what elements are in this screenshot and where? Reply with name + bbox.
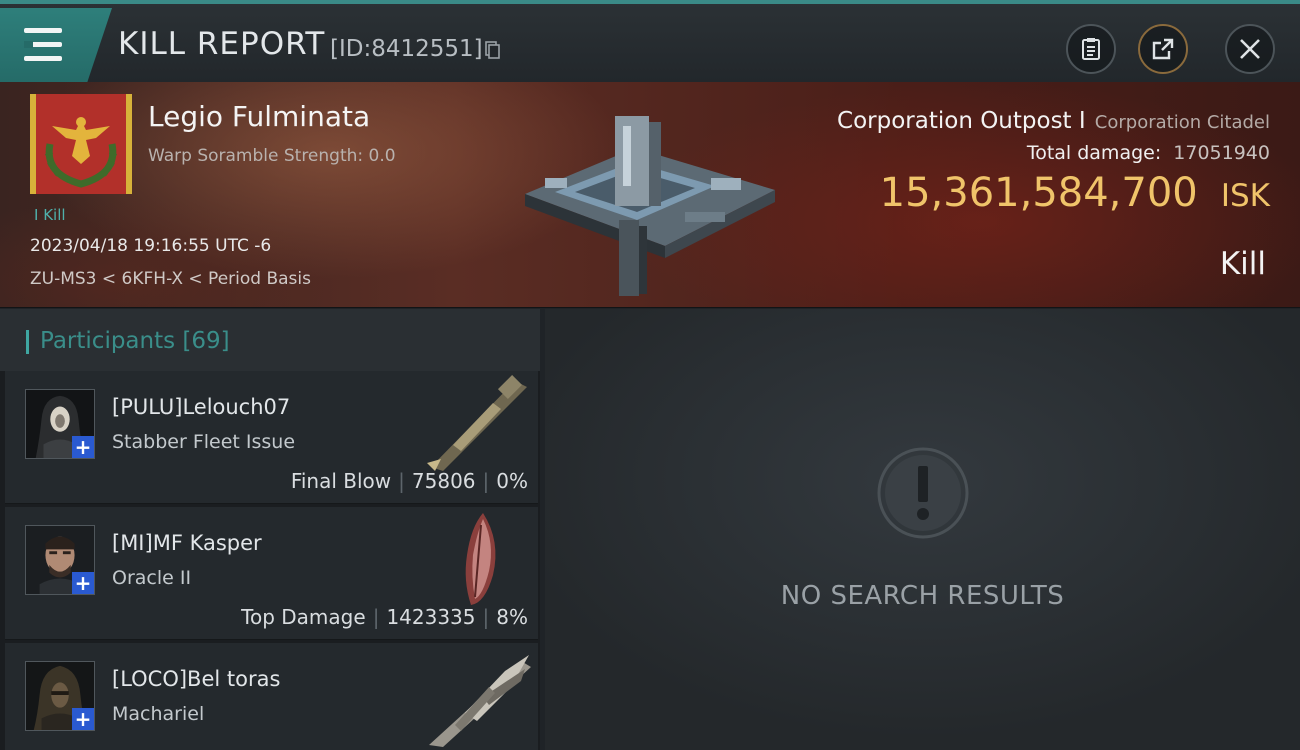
participant-damage: 75806 [411, 469, 476, 493]
divider: | [372, 605, 380, 629]
victim-pilot-name[interactable]: Legio Fulminata [148, 100, 370, 133]
clipboard-icon [1082, 38, 1100, 60]
participant-avatar[interactable]: + [25, 661, 95, 731]
kill-type-tag: I Kill [34, 206, 66, 224]
participant-ship: Oracle II [112, 567, 192, 589]
participants-count: [69] [182, 328, 230, 354]
menu-icon-notch [24, 41, 33, 48]
victim-ship-class: Corporation Citadel [1094, 112, 1270, 133]
participant-name[interactable]: [LOCO]Bel toras [112, 667, 280, 691]
participants-label: Participants [40, 328, 176, 354]
participant-role: Top Damage [241, 605, 366, 629]
participant-row[interactable]: + [LOCO]Bel toras Machariel [5, 643, 538, 750]
close-icon [1240, 39, 1260, 59]
search-results-panel: NO SEARCH RESULTS [545, 309, 1300, 750]
participants-panel: Participants [69] + [PULU]Lelouch07 Stab… [0, 309, 540, 750]
close-button[interactable] [1225, 24, 1275, 74]
warp-scramble-strength: Warp Soramble Strength: 0.0 [148, 146, 396, 166]
victim-ship-name[interactable]: Corporation Outpost I [837, 108, 1086, 134]
add-contact-icon[interactable]: + [72, 572, 94, 594]
victim-structure-image[interactable] [515, 108, 785, 300]
isk-unit: ISK [1220, 178, 1270, 214]
clipboard-button[interactable] [1066, 24, 1116, 74]
participants-header[interactable]: Participants [69] [0, 309, 540, 371]
divider: | [398, 469, 405, 493]
top-bar: KILL REPORT [ID:8412551] [0, 0, 1300, 82]
participant-avatar[interactable]: + [25, 525, 95, 595]
kill-datetime: 2023/04/18 19:16:55 UTC -6 [30, 236, 272, 256]
header-accent [26, 330, 29, 354]
participants-title: Participants [69] [40, 328, 230, 354]
corporation-logo[interactable] [30, 94, 132, 194]
kill-summary-banner: Legio Fulminata Warp Soramble Strength: … [0, 82, 1300, 308]
share-button[interactable] [1138, 24, 1188, 74]
total-damage-value: 17051940 [1173, 142, 1270, 164]
isk-value: 15,361,584,700 [879, 170, 1198, 216]
menu-icon [24, 28, 62, 33]
kill-location[interactable]: ZU-MS3 < 6KFH-X < Period Basis [30, 269, 311, 289]
report-id: [ID:8412551] [330, 36, 483, 62]
participant-role: Final Blow [290, 469, 392, 493]
participant-ship: Stabber Fleet Issue [112, 431, 296, 453]
participant-name[interactable]: [PULU]Lelouch07 [112, 395, 290, 419]
participant-avatar[interactable]: + [25, 389, 95, 459]
menu-button[interactable] [0, 8, 112, 82]
ship-icon[interactable] [425, 647, 535, 747]
add-contact-icon[interactable]: + [72, 708, 94, 730]
add-contact-icon[interactable]: + [72, 436, 94, 458]
kill-result-label: Kill [1219, 246, 1266, 282]
total-damage: Total damage: 17051940 [1027, 142, 1270, 164]
total-damage-label: Total damage: [1026, 142, 1162, 164]
copy-icon[interactable] [485, 41, 500, 59]
divider: | [482, 469, 490, 493]
exclamation-icon [877, 447, 969, 539]
participant-stats: Final Blow | 75806 | 0% [291, 469, 528, 493]
participant-stats: Top Damage | 1423335 | 8% [241, 605, 528, 629]
participant-name[interactable]: [MI]MF Kasper [112, 531, 262, 555]
participant-percent: 8% [496, 605, 528, 629]
menu-icon-bar [24, 56, 62, 61]
empty-state-message: NO SEARCH RESULTS [780, 581, 1065, 611]
participant-row[interactable]: + [PULU]Lelouch07 Stabber Fleet Issue Fi… [5, 371, 538, 504]
participant-row[interactable]: + [MI]MF Kasper Oracle II Top Damage | 142… [5, 507, 538, 640]
ship-icon[interactable] [453, 511, 505, 607]
ship-icon[interactable] [423, 375, 533, 471]
share-icon [1152, 38, 1174, 60]
isk-loss: 15,361,584,700 ISK [880, 170, 1270, 216]
participant-percent: 0% [496, 469, 528, 493]
page-title: KILL REPORT [118, 26, 326, 62]
participant-ship: Machariel [112, 703, 205, 725]
victim-ship-line: Corporation Outpost I Corporation Citade… [837, 108, 1270, 134]
divider: | [482, 605, 490, 629]
participant-damage: 1423335 [386, 605, 476, 629]
